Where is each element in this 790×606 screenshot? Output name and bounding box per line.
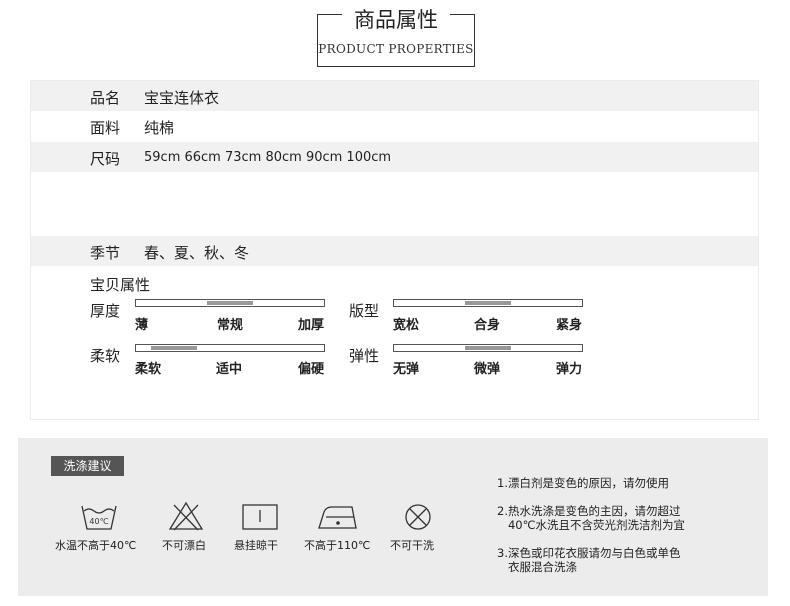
scale-option: 宽松 bbox=[393, 318, 420, 333]
attributes-title: 宝贝属性 bbox=[90, 276, 151, 294]
no-dry-clean-icon bbox=[403, 502, 433, 532]
scale-option: 柔软 bbox=[135, 362, 162, 377]
wash-instructions-panel: 洗涤建议 40℃ 水温不高于40℃ 不可漂白 悬挂晾干 不高于110℃ 不可干洗… bbox=[18, 438, 768, 596]
scale-bar-thickness bbox=[135, 299, 325, 307]
wash-40-icon-text: 40℃ bbox=[89, 517, 108, 526]
scale-option: 常规 bbox=[217, 318, 244, 333]
properties-panel: 品名 宝宝连体衣 面料 纯棉 尺码 59cm 66cm 73cm 80cm 90… bbox=[30, 80, 759, 420]
wash-icon-label: 悬挂晾干 bbox=[234, 539, 278, 552]
iron-icon bbox=[316, 502, 358, 530]
wash-note: 1.漂白剂是变色的原因，请勿使用 bbox=[497, 476, 669, 490]
scale-options-fit: 宽松 合身 紧身 bbox=[393, 314, 587, 333]
wash-notes: 1.漂白剂是变色的原因，请勿使用 2.热水洗涤是变色的主因，请勿超过 40℃水洗… bbox=[497, 476, 757, 588]
section-subtitle: PRODUCT PROPERTIES bbox=[318, 42, 474, 56]
scale-option: 适中 bbox=[216, 362, 243, 377]
wash-note: 2.热水洗涤是变色的主因，请勿超过 40℃水洗且不含荧光剂洗洁剂为宜 bbox=[497, 504, 686, 532]
property-value: 宝宝连体衣 bbox=[144, 89, 220, 107]
section-title-box: 商品属性 PRODUCT PROPERTIES bbox=[317, 8, 475, 67]
no-bleach-icon bbox=[168, 500, 204, 532]
scale-options-softness: 柔软 适中 偏硬 bbox=[135, 358, 329, 377]
scale-label-softness: 柔软 bbox=[90, 347, 121, 365]
scale-fill bbox=[465, 301, 511, 305]
scale-options-thickness: 薄 常规 加厚 bbox=[135, 314, 329, 333]
wash-tag: 洗涤建议 bbox=[51, 456, 124, 476]
scale-option: 无弹 bbox=[393, 362, 420, 377]
scale-fill bbox=[207, 301, 253, 305]
scale-option: 薄 bbox=[135, 318, 149, 333]
property-key: 面料 bbox=[90, 119, 121, 137]
property-row-name: 品名 宝宝连体衣 bbox=[31, 81, 758, 111]
property-value: 春、夏、秋、冬 bbox=[144, 244, 250, 262]
scale-option: 合身 bbox=[474, 318, 501, 333]
scale-option: 弹力 bbox=[556, 362, 583, 377]
scale-label-fit: 版型 bbox=[349, 302, 380, 320]
scale-fill bbox=[465, 346, 511, 350]
scale-fill bbox=[150, 346, 197, 350]
scale-option: 偏硬 bbox=[298, 362, 325, 377]
scale-option: 微弹 bbox=[474, 362, 501, 377]
scale-option: 紧身 bbox=[556, 318, 583, 333]
scale-options-elasticity: 无弹 微弹 弹力 bbox=[393, 358, 587, 377]
scale-bar-fit bbox=[393, 299, 583, 307]
property-value: 59cm 66cm 73cm 80cm 90cm 100cm bbox=[144, 150, 392, 165]
property-key: 季节 bbox=[90, 244, 121, 262]
property-key: 品名 bbox=[90, 89, 121, 107]
wash-40-icon: 40℃ bbox=[80, 502, 118, 532]
wash-icon-label: 不可漂白 bbox=[162, 539, 206, 552]
wash-icon-label: 不高于110℃ bbox=[304, 539, 371, 552]
wash-note: 3.深色或印花衣服请勿与白色或单色 衣服混合洗涤 bbox=[497, 546, 681, 574]
wash-icon-label: 不可干洗 bbox=[390, 539, 434, 552]
section-title: 商品属性 bbox=[354, 8, 438, 32]
property-row-fabric: 面料 纯棉 bbox=[31, 111, 758, 141]
scale-bar-softness bbox=[135, 344, 325, 352]
property-row-season: 季节 春、夏、秋、冬 bbox=[31, 236, 758, 266]
property-row-size: 尺码 59cm 66cm 73cm 80cm 90cm 100cm bbox=[31, 142, 758, 172]
property-value: 纯棉 bbox=[144, 119, 175, 137]
scale-label-thickness: 厚度 bbox=[90, 302, 121, 320]
hang-dry-icon bbox=[242, 504, 278, 530]
property-key: 尺码 bbox=[90, 150, 121, 168]
scale-bar-elasticity bbox=[393, 344, 583, 352]
wash-icon-label: 水温不高于40℃ bbox=[55, 539, 137, 552]
scale-label-elasticity: 弹性 bbox=[349, 347, 380, 365]
scale-option: 加厚 bbox=[298, 318, 325, 333]
